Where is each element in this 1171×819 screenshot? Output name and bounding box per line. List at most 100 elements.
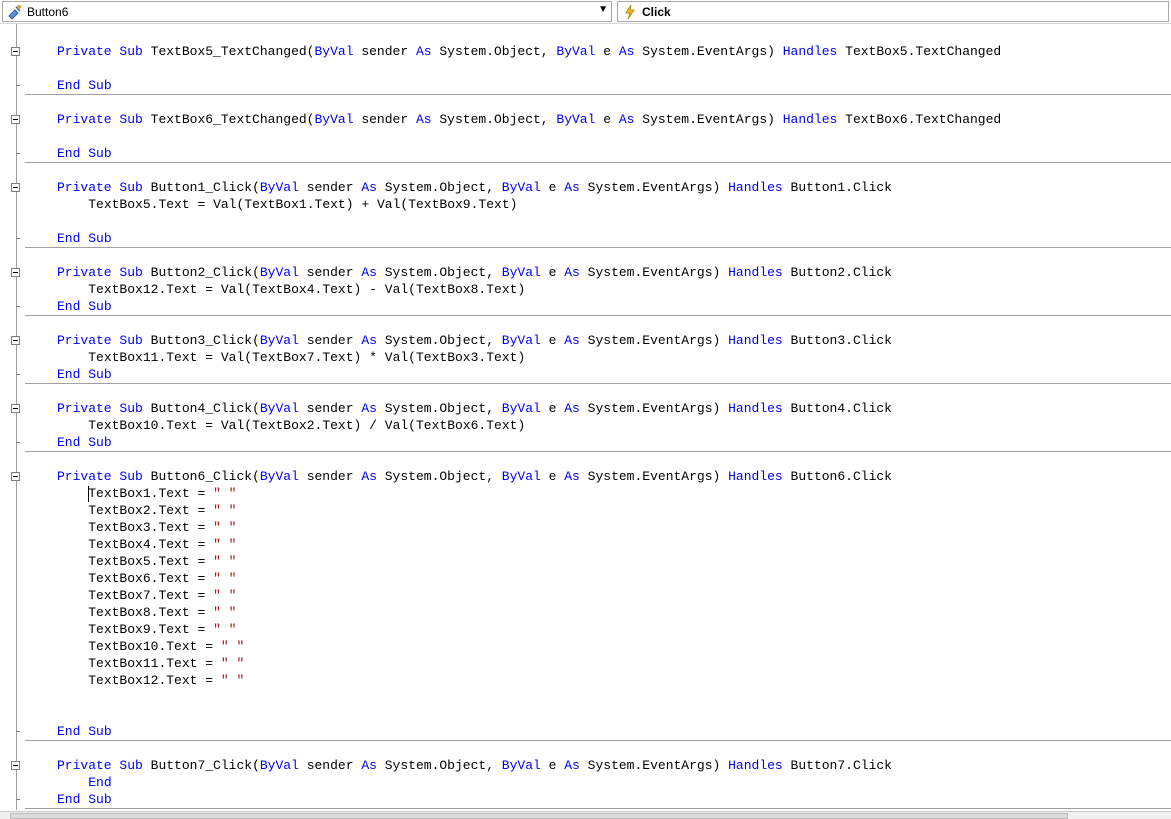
collapse-toggle-icon[interactable] <box>11 268 20 277</box>
string-literal: " " <box>213 588 237 603</box>
event-dropdown[interactable]: Click <box>617 1 1169 22</box>
keyword: As <box>361 265 377 280</box>
code-line[interactable]: TextBox10.Text = " " <box>57 638 244 655</box>
collapse-toggle-icon[interactable] <box>11 115 20 124</box>
keyword: As <box>361 333 377 348</box>
code-line[interactable]: TextBox5.Text = Val(TextBox1.Text) + Val… <box>57 196 517 213</box>
code-line[interactable]: Private Sub TextBox5_TextChanged(ByVal s… <box>57 43 1001 60</box>
procedure-separator <box>25 808 1171 809</box>
keyword: As <box>618 112 635 127</box>
code-line[interactable]: End Sub <box>57 145 112 162</box>
outline-end-marker <box>16 153 20 154</box>
collapse-toggle-icon[interactable] <box>11 336 20 345</box>
keyword: End <box>88 775 112 790</box>
keyword: End <box>57 792 81 807</box>
string-literal: " " <box>213 520 237 535</box>
keyword: ByVal <box>259 333 299 348</box>
keyword: ByVal <box>259 265 299 280</box>
code-line[interactable]: TextBox2.Text = " " <box>57 502 236 519</box>
keyword: Sub <box>88 299 112 314</box>
keyword: End <box>57 724 81 739</box>
code-line[interactable]: End Sub <box>57 791 112 808</box>
keyword: ByVal <box>259 469 299 484</box>
collapse-toggle-icon[interactable] <box>11 47 20 56</box>
chevron-down-icon[interactable]: ▼ <box>598 4 608 15</box>
code-line[interactable]: TextBox12.Text = " " <box>57 672 244 689</box>
keyword: Sub <box>119 180 143 195</box>
keyword: ByVal <box>314 44 354 59</box>
keyword: As <box>564 401 580 416</box>
keyword: As <box>361 758 377 773</box>
keyword: Sub <box>119 401 143 416</box>
code-line[interactable]: TextBox3.Text = " " <box>57 519 236 536</box>
code-line[interactable]: End <box>57 774 112 791</box>
code-line[interactable]: TextBox7.Text = " " <box>57 587 236 604</box>
object-dropdown[interactable]: Button6 ▼ <box>2 1 612 22</box>
code-line[interactable]: Private Sub Button1_Click(ByVal sender A… <box>57 179 892 196</box>
code-line[interactable]: TextBox1.Text = " " <box>57 485 236 502</box>
code-line[interactable]: Private Sub Button7_Click(ByVal sender A… <box>57 757 892 774</box>
code-line[interactable]: End Sub <box>57 77 112 94</box>
collapse-toggle-icon[interactable] <box>11 183 20 192</box>
code-line[interactable]: Private Sub Button3_Click(ByVal sender A… <box>57 332 892 349</box>
code-line[interactable]: TextBox5.Text = " " <box>57 553 236 570</box>
code-line[interactable]: TextBox10.Text = Val(TextBox2.Text) / Va… <box>57 417 525 434</box>
outline-end-marker <box>16 374 20 375</box>
code-line[interactable]: End Sub <box>57 366 112 383</box>
code-line[interactable]: End Sub <box>57 723 112 740</box>
string-literal: " " <box>220 673 245 688</box>
keyword: As <box>564 180 580 195</box>
string-literal: " " <box>213 605 237 620</box>
keyword: Sub <box>119 469 143 484</box>
code-line[interactable]: End Sub <box>57 434 112 451</box>
keyword: As <box>415 44 432 59</box>
code-line[interactable]: Private Sub Button2_Click(ByVal sender A… <box>57 264 892 281</box>
code-line[interactable]: End Sub <box>57 298 112 315</box>
keyword: End <box>57 299 81 314</box>
keyword: ByVal <box>259 758 299 773</box>
string-literal: " " <box>213 486 237 501</box>
scrollbar-thumb[interactable] <box>10 813 1068 819</box>
keyword: ByVal <box>501 401 541 416</box>
horizontal-scrollbar[interactable] <box>0 811 1171 819</box>
string-literal: " " <box>213 537 237 552</box>
string-literal: " " <box>220 656 245 671</box>
collapse-toggle-icon[interactable] <box>11 761 20 770</box>
code-line[interactable]: Private Sub TextBox6_TextChanged(ByVal s… <box>57 111 1001 128</box>
collapse-toggle-icon[interactable] <box>11 404 20 413</box>
code-line[interactable]: TextBox9.Text = " " <box>57 621 236 638</box>
keyword: ByVal <box>259 401 299 416</box>
procedure-separator <box>25 94 1171 95</box>
keyword: Handles <box>782 112 838 127</box>
code-line[interactable]: TextBox12.Text = Val(TextBox4.Text) - Va… <box>57 281 525 298</box>
keyword: Handles <box>728 469 783 484</box>
code-line[interactable]: TextBox6.Text = " " <box>57 570 236 587</box>
collapse-toggle-icon[interactable] <box>11 472 20 481</box>
keyword: Sub <box>88 231 112 246</box>
keyword: Handles <box>728 265 783 280</box>
outline-end-marker <box>16 731 20 732</box>
keyword: As <box>361 180 377 195</box>
keyword: Private <box>57 469 112 484</box>
keyword: Sub <box>119 265 143 280</box>
procedure-separator <box>25 383 1171 384</box>
code-line[interactable]: TextBox11.Text = " " <box>57 655 244 672</box>
code-line[interactable]: TextBox8.Text = " " <box>57 604 236 621</box>
code-line[interactable]: TextBox4.Text = " " <box>57 536 236 553</box>
outline-end-marker <box>16 442 20 443</box>
keyword: Handles <box>782 44 838 59</box>
code-line[interactable]: Private Sub Button6_Click(ByVal sender A… <box>57 468 892 485</box>
code-line[interactable]: End Sub <box>57 230 112 247</box>
keyword: Sub <box>88 78 112 93</box>
keyword: Sub <box>88 792 112 807</box>
keyword: Private <box>57 401 112 416</box>
keyword: ByVal <box>259 180 299 195</box>
string-literal: " " <box>220 639 245 654</box>
outline-end-marker <box>16 799 20 800</box>
keyword: Private <box>57 112 112 127</box>
code-line[interactable]: Private Sub Button4_Click(ByVal sender A… <box>57 400 892 417</box>
keyword: End <box>57 367 81 382</box>
keyword: ByVal <box>501 758 541 773</box>
keyword: As <box>564 469 580 484</box>
code-line[interactable]: TextBox11.Text = Val(TextBox7.Text) * Va… <box>57 349 525 366</box>
